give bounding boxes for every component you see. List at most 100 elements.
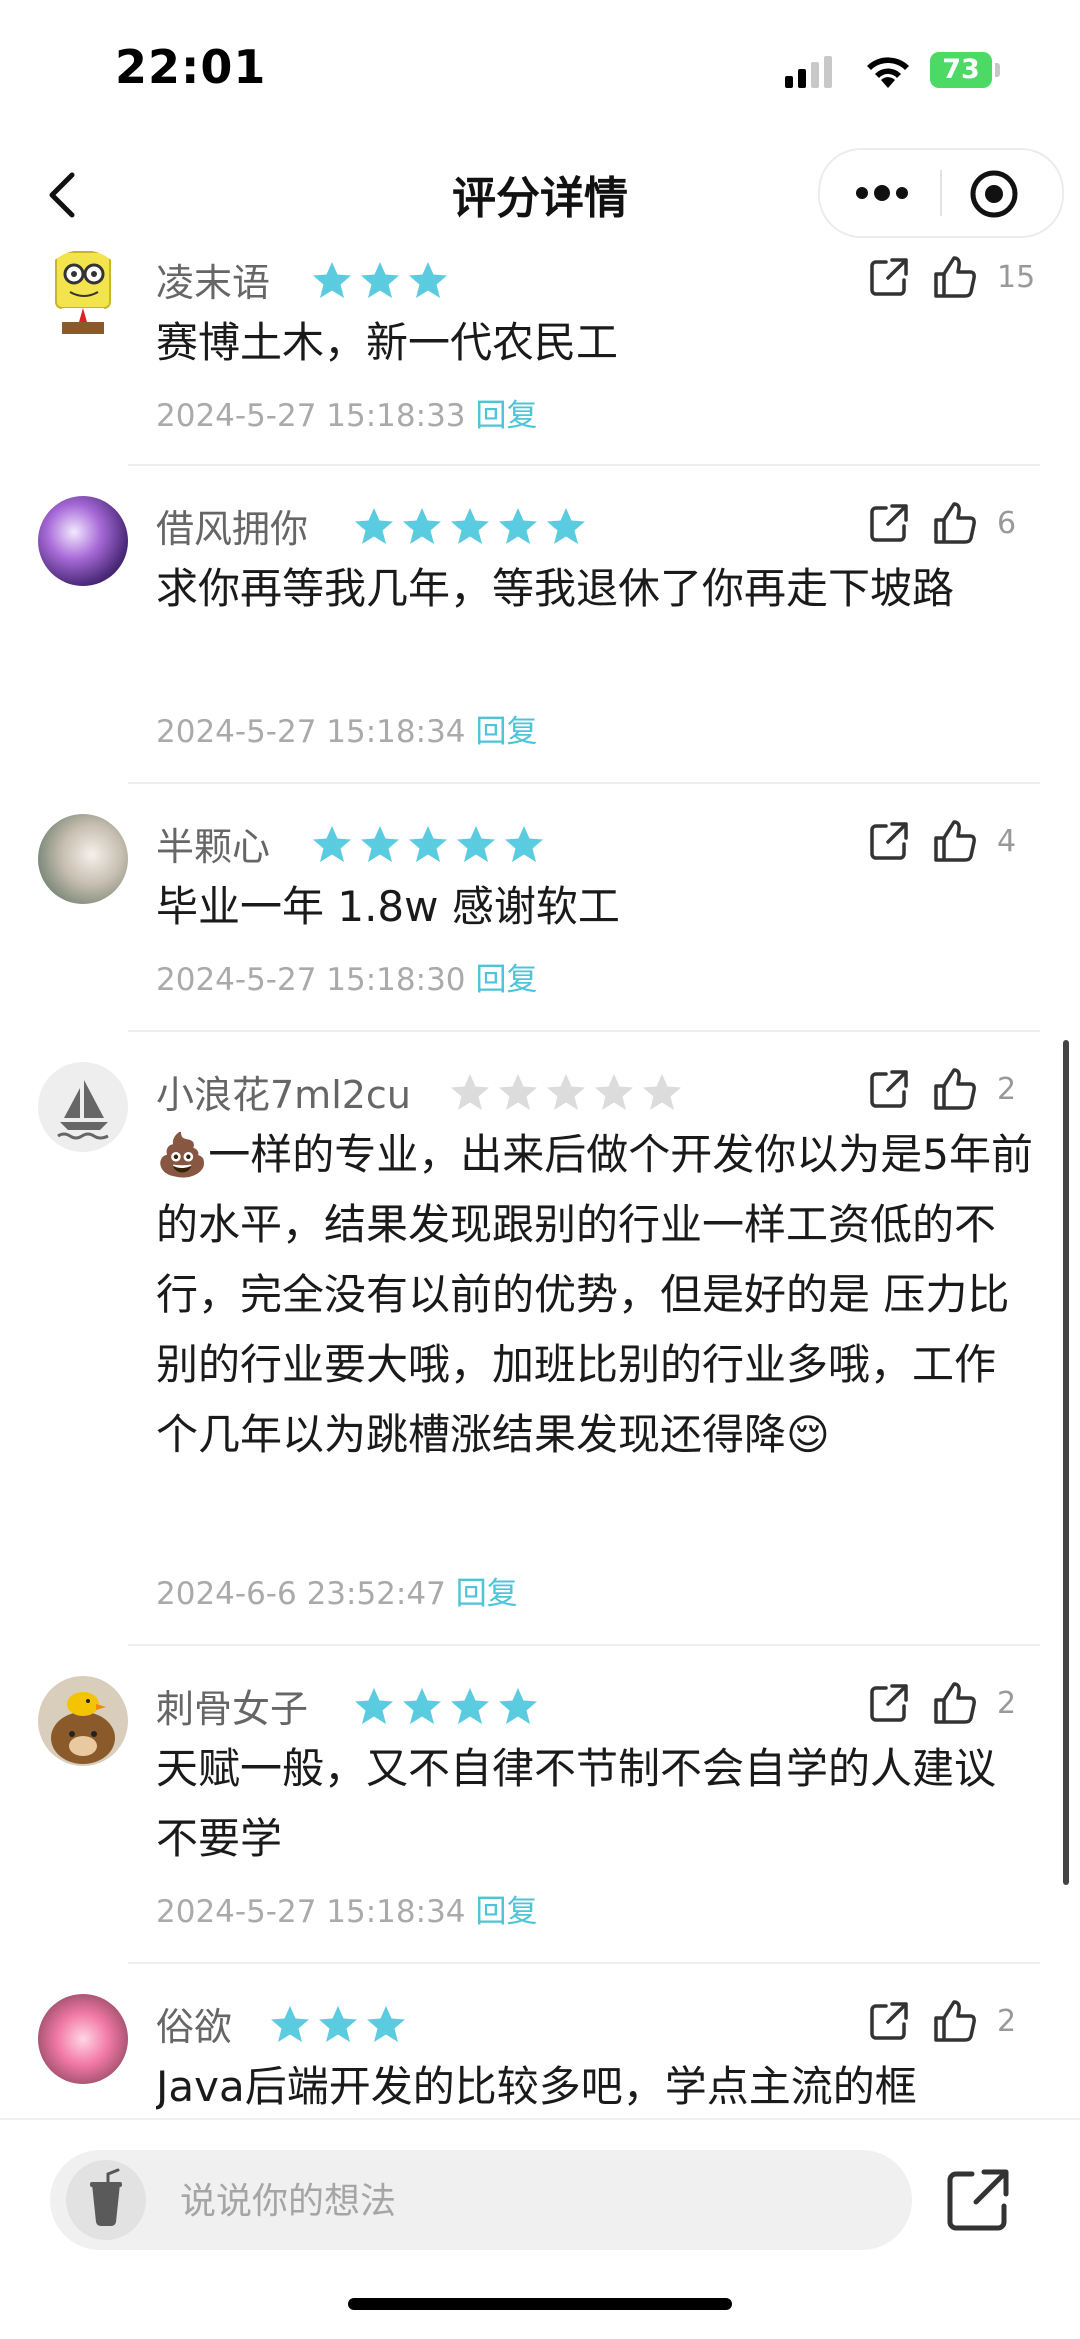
status-time: 22:01 <box>115 40 267 94</box>
avatar[interactable] <box>38 1676 128 1766</box>
comment-text: 赛博土木，新一代农民工 <box>156 318 619 367</box>
star-filled-icon <box>271 2006 309 2042</box>
scrollbar[interactable] <box>1063 1040 1069 1885</box>
like-count: 2 <box>997 1686 1017 1721</box>
avatar[interactable] <box>38 496 128 586</box>
comment-meta: 2024-6-6 23:52:47 回复 <box>156 1568 518 1613</box>
reply-button[interactable]: 回复 <box>476 398 538 434</box>
comment-input[interactable] <box>178 2170 882 2232</box>
star-empty-icon <box>499 1074 537 1110</box>
divider <box>128 464 1040 466</box>
share-icon[interactable] <box>868 502 910 544</box>
close-mini-program-icon[interactable] <box>968 168 1020 220</box>
rating-stars <box>448 1072 684 1112</box>
star-empty-icon <box>451 1074 489 1110</box>
avatar[interactable] <box>38 250 128 340</box>
rating-stars <box>268 2004 408 2044</box>
username[interactable]: 半颗心 <box>156 816 270 871</box>
comment-text: 求你再等我几年，等我退休了你再走下坡路 <box>156 564 955 613</box>
sponge-avatar-icon <box>55 251 111 334</box>
share-icon[interactable] <box>942 2164 1014 2236</box>
reply-button[interactable]: 回复 <box>456 1576 518 1612</box>
share-icon[interactable] <box>868 2000 910 2042</box>
star-empty-icon <box>643 1074 681 1110</box>
status-icons: 73 <box>785 52 1015 92</box>
capsule-divider <box>940 170 942 216</box>
star-filled-icon <box>361 826 399 862</box>
star-filled-icon <box>361 262 399 298</box>
battery-tip <box>995 63 1000 77</box>
username[interactable]: 凌末语 <box>156 252 270 307</box>
star-filled-icon <box>499 1688 537 1724</box>
thumbs-up-icon[interactable] <box>932 500 978 546</box>
avatar[interactable] <box>38 1994 128 2084</box>
avatar[interactable] <box>38 1062 128 1152</box>
star-filled-icon <box>367 2006 405 2042</box>
avatar[interactable] <box>38 814 128 904</box>
share-icon[interactable] <box>868 1682 910 1724</box>
share-icon[interactable] <box>868 1068 910 1110</box>
rating-stars <box>352 1686 540 1726</box>
username[interactable]: 借风拥你 <box>156 498 308 553</box>
username[interactable]: 小浪花7ml2cu <box>156 1064 411 1119</box>
timestamp: 2024-6-6 23:52:47 <box>156 1576 446 1612</box>
reply-button[interactable]: 回复 <box>476 1894 538 1930</box>
comment-meta: 2024-5-27 15:18:34 回复 <box>156 1886 538 1931</box>
star-filled-icon <box>547 508 585 544</box>
comment-meta: 2024-5-27 15:18:30 回复 <box>156 954 538 999</box>
divider <box>128 782 1040 784</box>
star-filled-icon <box>505 826 543 862</box>
reply-button[interactable]: 回复 <box>476 714 538 750</box>
rating-stars <box>310 824 546 864</box>
reply-button[interactable]: 回复 <box>476 962 538 998</box>
rating-stars <box>352 506 588 546</box>
star-filled-icon <box>403 1688 441 1724</box>
thumbs-up-icon[interactable] <box>932 1066 978 1112</box>
star-filled-icon <box>355 508 393 544</box>
star-filled-icon <box>451 508 489 544</box>
star-empty-icon <box>547 1074 585 1110</box>
nav-bar: 评分详情 <box>0 140 1080 245</box>
comment-input-box[interactable] <box>50 2150 912 2250</box>
rating-stars <box>310 260 450 300</box>
battery-icon: 73 <box>930 52 992 88</box>
bear-duck-avatar-icon <box>51 1692 115 1764</box>
username[interactable]: 俗欲 <box>156 1996 232 2051</box>
battery-level: 73 <box>942 54 980 85</box>
like-count: 4 <box>997 824 1017 859</box>
timestamp: 2024-5-27 15:18:34 <box>156 714 466 750</box>
star-empty-icon <box>595 1074 633 1110</box>
thumbs-up-icon[interactable] <box>932 818 978 864</box>
star-filled-icon <box>499 508 537 544</box>
divider <box>128 1030 1040 1032</box>
comment-text: Java后端开发的比较多吧，学点主流的框 <box>156 2062 917 2111</box>
star-filled-icon <box>403 508 441 544</box>
drink-icon[interactable] <box>66 2160 146 2240</box>
star-filled-icon <box>319 2006 357 2042</box>
thumbs-up-icon[interactable] <box>932 1680 978 1726</box>
more-options-icon[interactable] <box>852 170 912 216</box>
like-count: 6 <box>997 506 1017 541</box>
comment-text: 毕业一年 1.8w 感谢软工 <box>156 882 620 931</box>
timestamp: 2024-5-27 15:18:34 <box>156 1894 466 1930</box>
timestamp: 2024-5-27 15:18:30 <box>156 962 466 998</box>
star-filled-icon <box>457 826 495 862</box>
share-icon[interactable] <box>868 820 910 862</box>
comment-text: 💩一样的专业，出来后做个开发你以为是5年前的水平，结果发现跟别的行业一样工资低的… <box>156 1130 1034 1459</box>
star-filled-icon <box>355 1688 393 1724</box>
like-count: 2 <box>997 1072 1017 1107</box>
star-filled-icon <box>451 1688 489 1724</box>
star-filled-icon <box>409 262 447 298</box>
divider <box>128 1962 1040 1964</box>
share-icon[interactable] <box>868 256 910 298</box>
thumbs-up-icon[interactable] <box>932 1998 978 2044</box>
comment-meta: 2024-5-27 15:18:33 回复 <box>156 390 538 435</box>
like-count: 2 <box>997 2004 1017 2039</box>
username[interactable]: 刺骨女子 <box>156 1678 308 1733</box>
star-filled-icon <box>313 826 351 862</box>
star-filled-icon <box>409 826 447 862</box>
thumbs-up-icon[interactable] <box>932 254 978 300</box>
star-filled-icon <box>313 262 351 298</box>
mini-program-capsule <box>818 148 1064 238</box>
divider <box>128 1644 1040 1646</box>
